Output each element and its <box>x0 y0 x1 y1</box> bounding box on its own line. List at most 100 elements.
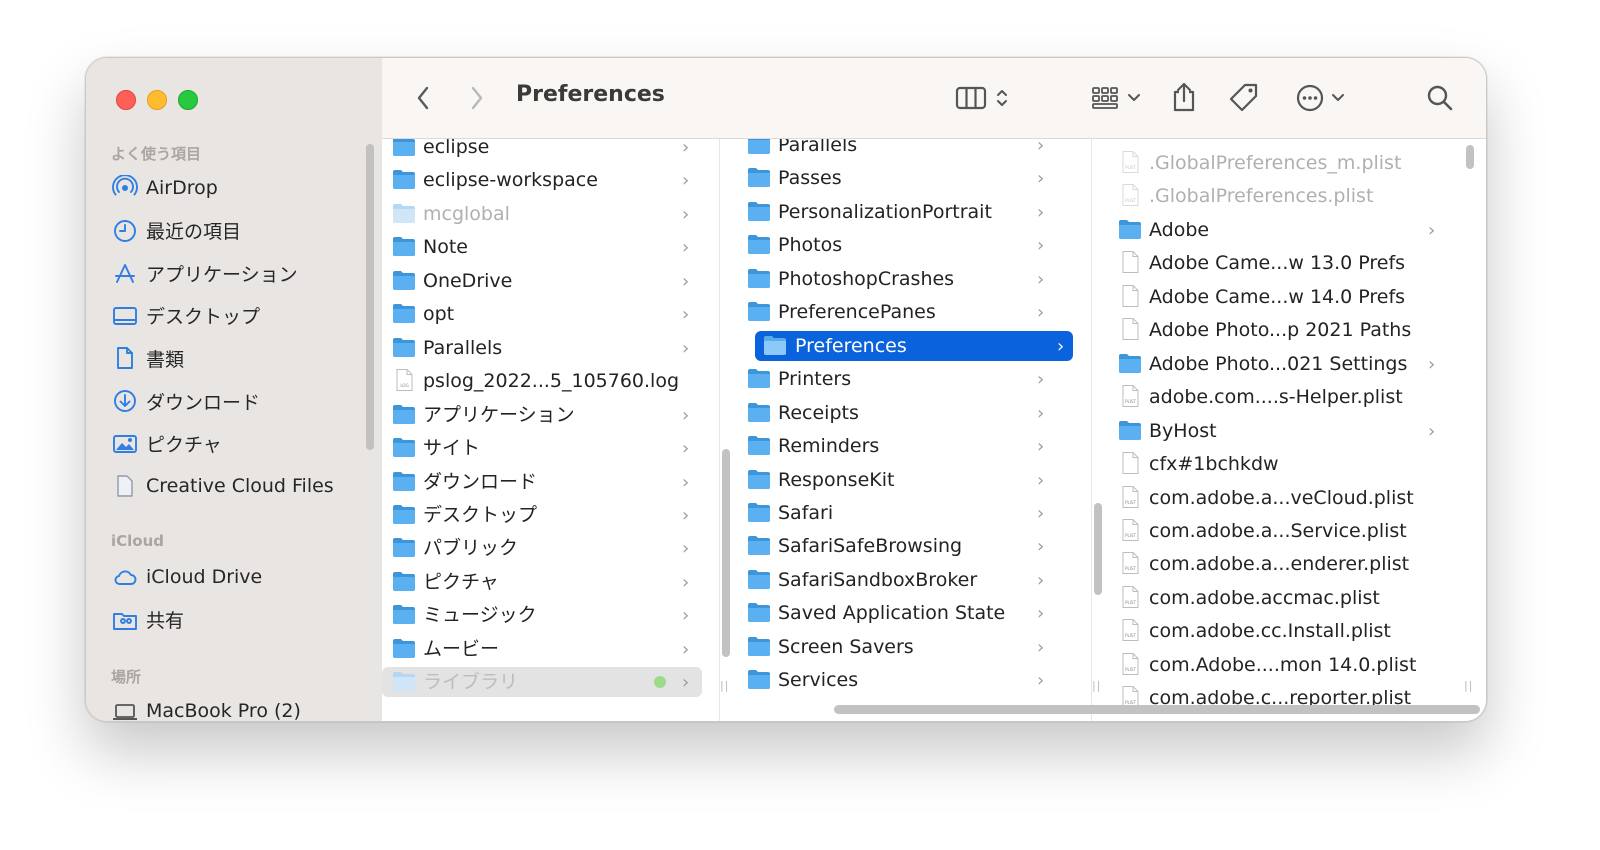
folder-row[interactable]: デスクトップ › <box>382 500 702 530</box>
folder-row[interactable]: Reminders › <box>737 431 1073 461</box>
file-row[interactable]: PLIST com.adobe.cc.Install.plist <box>1108 616 1452 646</box>
item-name: pslog_2022...5_105760.log <box>423 370 680 393</box>
folder-icon <box>392 503 416 525</box>
folder-row[interactable]: Printers › <box>737 364 1073 394</box>
folder-row[interactable]: ダウンロード › <box>382 467 702 497</box>
folder-row[interactable]: opt › <box>382 299 702 329</box>
column-resize-handle[interactable]: || <box>1464 679 1473 692</box>
folder-row[interactable]: サイト › <box>382 433 702 463</box>
group-button[interactable] <box>1086 82 1146 114</box>
more-actions-button[interactable] <box>1290 80 1350 116</box>
search-icon <box>1427 85 1453 111</box>
sidebar-favorites-item[interactable]: デスクトップ <box>112 297 260 335</box>
folder-row[interactable]: Adobe › <box>1108 215 1452 245</box>
disclosure-chevron-icon: › <box>1428 420 1436 442</box>
forward-button[interactable] <box>462 83 492 113</box>
file-row[interactable]: Adobe Came...w 13.0 Prefs <box>1108 248 1452 278</box>
folder-row[interactable]: アプリケーション › <box>382 400 702 430</box>
sidebar-favorites-item[interactable]: AirDrop <box>112 169 218 207</box>
sidebar-locations-item[interactable]: MacBook Pro (2) <box>112 692 301 721</box>
file-row[interactable]: PLIST .GlobalPreferences_m.plist <box>1108 148 1452 178</box>
disclosure-chevron-icon: › <box>1037 536 1045 558</box>
folder-row[interactable]: SafariSandboxBroker › <box>737 565 1073 595</box>
shared-folder-icon <box>112 607 138 633</box>
share-icon <box>1173 82 1195 112</box>
item-name: ミュージック <box>423 604 537 627</box>
sidebar-favorites-item[interactable]: 最近の項目 <box>112 212 241 250</box>
folder-row[interactable]: ResponseKit › <box>737 465 1073 495</box>
column-divider <box>719 139 720 721</box>
file-row[interactable]: PLIST com.adobe.a...enderer.plist <box>1108 549 1452 579</box>
plist-file-icon: PLIST <box>1118 151 1142 173</box>
folder-icon <box>392 168 416 190</box>
column-resize-handle[interactable]: || <box>1092 679 1101 692</box>
sidebar-favorites-item[interactable]: 書類 <box>112 339 184 377</box>
disclosure-chevron-icon: › <box>1037 302 1045 324</box>
sidebar-favorites-item[interactable]: アプリケーション <box>112 254 298 292</box>
zoom-window-button[interactable] <box>178 90 198 110</box>
file-row[interactable]: PLIST com.Adobe....mon 14.0.plist <box>1108 650 1452 680</box>
folder-row[interactable]: Screen Savers › <box>737 632 1073 662</box>
tag-button[interactable] <box>1226 80 1262 116</box>
item-name: Adobe Photo...021 Settings <box>1149 352 1408 375</box>
item-name: パブリック <box>423 537 519 560</box>
sidebar-item-label: Creative Cloud Files <box>146 475 334 498</box>
folder-row[interactable]: SafariSafeBrowsing › <box>737 531 1073 561</box>
folder-row[interactable]: Parallels › <box>382 333 702 363</box>
sidebar-favorites-item[interactable]: ダウンロード <box>112 382 260 420</box>
file-row[interactable]: cfx#1bchkdw <box>1108 449 1452 479</box>
file-row[interactable]: PLIST com.adobe.a...veCloud.plist <box>1108 483 1452 513</box>
minimize-window-button[interactable] <box>147 90 167 110</box>
file-row[interactable]: PLIST com.adobe.a...Service.plist <box>1108 516 1452 546</box>
folder-row[interactable]: Passes › <box>737 163 1073 193</box>
folder-row[interactable]: Note › <box>382 232 702 262</box>
search-button[interactable] <box>1422 80 1458 116</box>
folder-row[interactable]: ByHost › <box>1108 416 1452 446</box>
folder-row[interactable]: Receipts › <box>737 398 1073 428</box>
folder-row[interactable]: Photos › <box>737 230 1073 260</box>
plist-file-icon: PLIST <box>1118 585 1142 608</box>
folder-row[interactable]: PhotoshopCrashes › <box>737 264 1073 294</box>
folder-row[interactable]: パブリック › <box>382 533 702 563</box>
column-resize-handle[interactable]: || <box>720 679 729 692</box>
file-row[interactable]: PLIST .GlobalPreferences.plist <box>1108 181 1452 211</box>
column-library-scrollbar[interactable] <box>1094 503 1102 595</box>
folder-row[interactable]: eclipse-workspace › <box>382 165 702 195</box>
folder-row[interactable]: PersonalizationPortrait › <box>737 197 1073 227</box>
folder-row[interactable]: eclipse › <box>382 139 702 162</box>
folder-row[interactable]: mcglobal › <box>382 199 702 229</box>
folder-row[interactable]: Services › <box>737 665 1073 695</box>
sidebar-scrollbar[interactable] <box>366 144 374 450</box>
folder-row[interactable]: OneDrive › <box>382 266 702 296</box>
back-button[interactable] <box>408 83 438 113</box>
file-row[interactable]: PLIST adobe.com....s-Helper.plist <box>1108 382 1452 412</box>
disclosure-chevron-icon: › <box>682 139 690 158</box>
sidebar-section-icloud: iCloud <box>111 532 165 550</box>
horizontal-scrollbar[interactable] <box>834 705 1480 714</box>
sidebar-icloud-item[interactable]: iCloud Drive <box>112 558 262 596</box>
file-row[interactable]: Adobe Came...w 14.0 Prefs <box>1108 282 1452 312</box>
column-home: eclipse › eclipse-workspace › mcglobal › Note ›… <box>382 139 719 721</box>
folder-row[interactable]: Saved Application State › <box>737 598 1073 628</box>
folder-row[interactable]: ムービー › <box>382 634 702 664</box>
file-row[interactable]: PLIST com.adobe.accmac.plist <box>1108 583 1452 613</box>
file-row[interactable]: Adobe Photo...p 2021 Paths <box>1108 315 1452 345</box>
close-window-button[interactable] <box>116 90 136 110</box>
folder-row[interactable]: Adobe Photo...021 Settings › <box>1108 349 1452 379</box>
column-preferences-scrollbar[interactable] <box>1466 145 1474 169</box>
folder-row[interactable]: Parallels › <box>737 139 1073 160</box>
file-row[interactable]: LOG pslog_2022...5_105760.log <box>382 366 702 396</box>
sidebar-favorites-item[interactable]: ピクチャ <box>112 425 222 463</box>
sidebar-icloud-item[interactable]: 共有 <box>112 601 184 639</box>
folder-row[interactable]: ミュージック › <box>382 600 702 630</box>
folder-row[interactable]: ライブラリ › <box>382 667 702 698</box>
sidebar-favorites-item[interactable]: Creative Cloud Files <box>112 467 334 505</box>
folder-row[interactable]: Safari › <box>737 498 1073 528</box>
folder-row[interactable]: PreferencePanes › <box>737 297 1073 327</box>
disclosure-chevron-icon: › <box>682 304 690 326</box>
column-home-scrollbar[interactable] <box>722 449 730 657</box>
folder-row[interactable]: ピクチャ › <box>382 567 702 597</box>
view-mode-button[interactable] <box>946 82 1018 114</box>
share-button[interactable] <box>1166 78 1202 116</box>
folder-row[interactable]: Preferences › <box>755 330 1073 361</box>
